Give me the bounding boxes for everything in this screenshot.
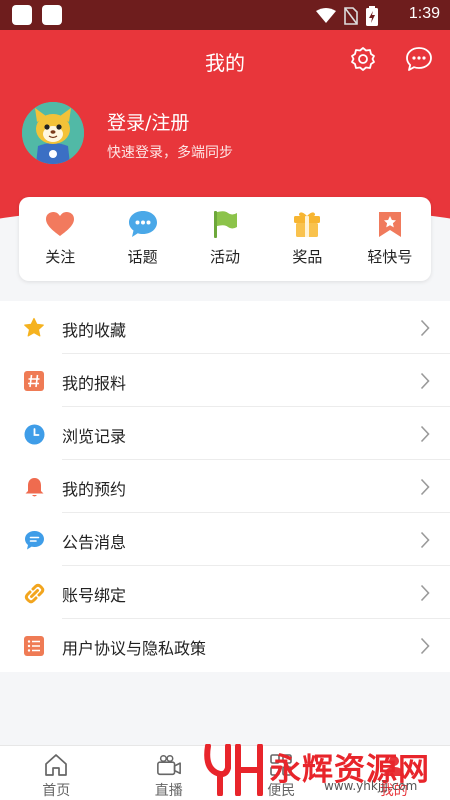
message-button[interactable] — [402, 42, 436, 76]
quick-action-light-account[interactable]: 轻快号 — [349, 197, 431, 281]
menu-list: 我的收藏 我的报料 浏览记录 我的预约 公告消息 账号绑定 用户协议与隐私政策 — [0, 301, 450, 672]
chevron-right-icon — [420, 372, 430, 390]
page-title: 我的 — [205, 51, 245, 75]
user-icon — [383, 756, 404, 776]
chevron-right-icon — [420, 319, 430, 337]
gift-icon — [294, 212, 321, 237]
flag-icon — [214, 211, 238, 238]
mascot-avatar-icon — [22, 102, 84, 164]
quick-action-follow[interactable]: 关注 — [19, 197, 101, 281]
notification-icon — [12, 5, 32, 25]
login-register-link[interactable]: 登录/注册 — [107, 108, 189, 135]
link-icon — [24, 583, 44, 603]
status-time: 1:39 — [408, 5, 440, 22]
quick-actions-card: 关注 话题 活动 奖品 轻快号 — [19, 197, 431, 281]
chevron-right-icon — [420, 425, 430, 443]
menu-item-announcements[interactable]: 公告消息 — [0, 513, 450, 566]
bookmark-star-icon — [378, 212, 401, 237]
menu-item-history[interactable]: 浏览记录 — [0, 407, 450, 460]
nav-tab-live[interactable]: 直播 — [113, 746, 226, 800]
menu-item-user-agreement-privacy[interactable]: 用户协议与隐私政策 — [0, 619, 450, 672]
login-hint: 快速登录，多端同步 — [107, 145, 233, 161]
chevron-right-icon — [420, 584, 430, 602]
battery-icon — [366, 6, 378, 26]
menu-item-reservations[interactable]: 我的预约 — [0, 460, 450, 513]
hashtag-icon — [24, 371, 44, 391]
chat-bubble-icon — [406, 47, 432, 71]
chevron-right-icon — [420, 637, 430, 655]
avatar[interactable] — [20, 100, 86, 166]
chat-bubble-icon — [128, 211, 157, 237]
chevron-right-icon — [420, 478, 430, 496]
chevron-right-icon — [420, 531, 430, 549]
list-icon — [24, 636, 44, 656]
bell-icon — [25, 477, 43, 496]
no-sim-icon — [344, 7, 358, 25]
home-icon — [45, 754, 68, 776]
quick-action-prizes[interactable]: 奖品 — [266, 197, 348, 281]
menu-item-favorites[interactable]: 我的收藏 — [0, 301, 450, 354]
notification-icon — [42, 5, 62, 25]
heart-icon — [46, 212, 75, 236]
settings-button[interactable] — [346, 42, 380, 76]
gear-icon — [351, 47, 375, 71]
message-icon — [24, 530, 44, 549]
nav-tab-home[interactable]: 首页 — [0, 746, 113, 800]
star-icon — [24, 317, 44, 337]
status-bar: 1:39 — [0, 0, 450, 30]
grid-icon — [270, 754, 293, 776]
menu-item-account-binding[interactable]: 账号绑定 — [0, 566, 450, 619]
nav-tab-services[interactable]: 便民 — [225, 746, 338, 800]
bottom-nav: 首页 直播 便民 我的 — [0, 745, 450, 800]
nav-tab-mine[interactable]: 我的 — [338, 746, 450, 800]
wifi-icon — [316, 8, 336, 23]
quick-action-topics[interactable]: 话题 — [101, 197, 183, 281]
quick-action-events[interactable]: 活动 — [184, 197, 266, 281]
clock-icon — [24, 424, 44, 444]
menu-item-my-reports[interactable]: 我的报料 — [0, 354, 450, 407]
video-icon — [156, 754, 181, 776]
